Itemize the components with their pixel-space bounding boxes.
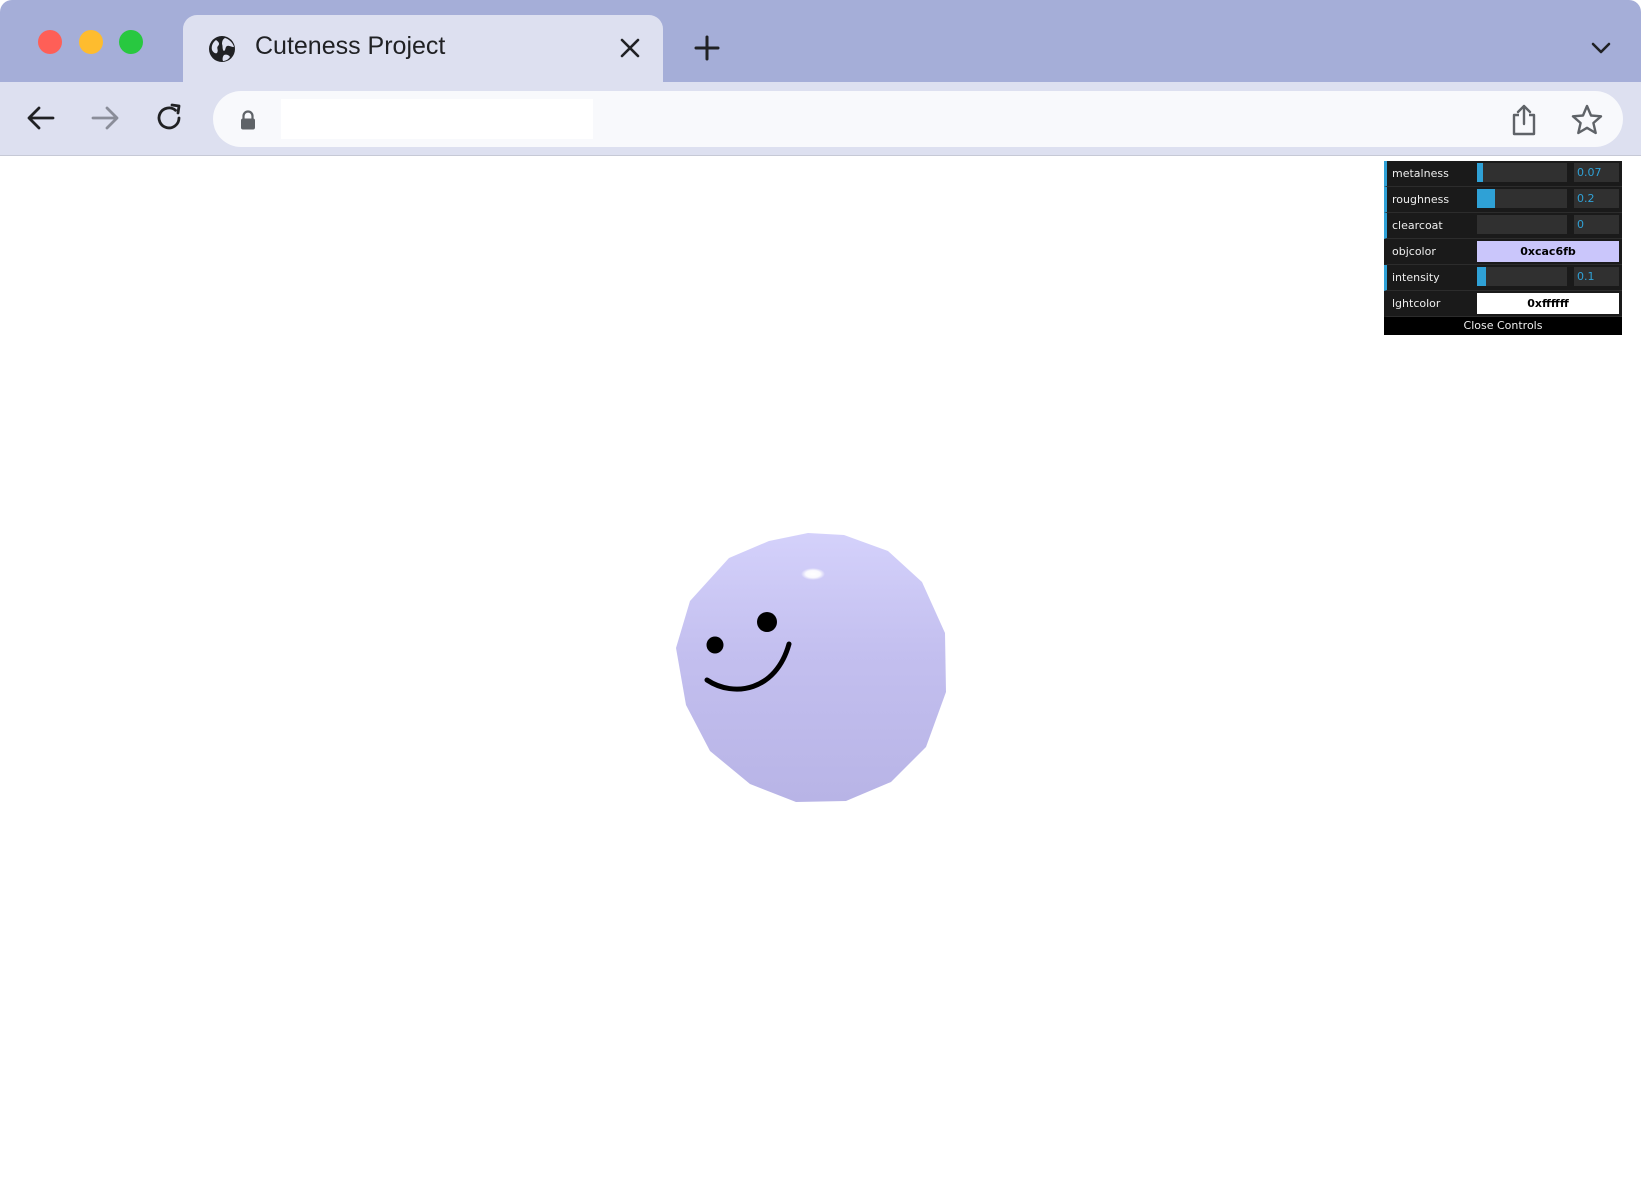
roughness-slider-fill (1477, 189, 1495, 208)
close-window-button[interactable] (38, 30, 62, 54)
browser-toolbar (0, 82, 1641, 156)
star-icon[interactable] (1570, 103, 1604, 137)
metalness-slider-fill (1477, 163, 1484, 182)
reload-icon[interactable] (153, 102, 185, 134)
roughness-control: roughness (1384, 187, 1622, 213)
specular-highlight (801, 568, 825, 580)
controls-panel: metalness roughness clearcoat objcolor i… (1384, 161, 1622, 335)
maximize-window-button[interactable] (119, 30, 143, 54)
clearcoat-control: clearcoat (1384, 213, 1622, 239)
right-eye (757, 612, 777, 632)
objcolor-label: objcolor (1392, 245, 1436, 258)
intensity-input[interactable] (1574, 267, 1619, 286)
chevron-down-icon[interactable] (1590, 40, 1612, 56)
intensity-control: intensity (1384, 265, 1622, 291)
clearcoat-input[interactable] (1574, 215, 1619, 234)
roughness-label: roughness (1392, 193, 1450, 206)
smiley-blob (676, 533, 946, 802)
clearcoat-slider[interactable] (1477, 215, 1567, 234)
metalness-input[interactable] (1574, 163, 1619, 182)
objcolor-control: objcolor (1384, 239, 1622, 265)
minimize-window-button[interactable] (79, 30, 103, 54)
arrow-right-icon[interactable] (89, 102, 121, 134)
metalness-slider[interactable] (1477, 163, 1567, 182)
left-eye (706, 636, 724, 654)
intensity-label: intensity (1392, 271, 1440, 284)
url-input[interactable] (281, 99, 593, 139)
intensity-slider[interactable] (1477, 267, 1567, 286)
globe-icon (209, 36, 235, 62)
roughness-input[interactable] (1574, 189, 1619, 208)
objcolor-input[interactable] (1477, 241, 1619, 262)
close-icon[interactable] (619, 37, 641, 59)
share-icon[interactable] (1509, 103, 1539, 137)
clearcoat-label: clearcoat (1392, 219, 1443, 232)
arrow-left-icon[interactable] (25, 102, 57, 134)
lghtcolor-label: lghtcolor (1392, 297, 1441, 310)
tab-title: Cuteness Project (255, 32, 446, 60)
lghtcolor-control: lghtcolor (1384, 291, 1622, 317)
lock-icon (241, 110, 255, 130)
lghtcolor-input[interactable] (1477, 293, 1619, 314)
tab-cuteness-project[interactable]: Cuteness Project (183, 15, 663, 82)
intensity-slider-fill (1477, 267, 1486, 286)
metalness-control: metalness (1384, 161, 1622, 187)
tab-strip: Cuteness Project (0, 0, 1641, 82)
address-bar[interactable] (213, 91, 1623, 147)
roughness-slider[interactable] (1477, 189, 1567, 208)
plus-icon[interactable] (693, 34, 721, 62)
close-controls-button[interactable]: Close Controls (1384, 317, 1622, 335)
metalness-label: metalness (1392, 167, 1449, 180)
